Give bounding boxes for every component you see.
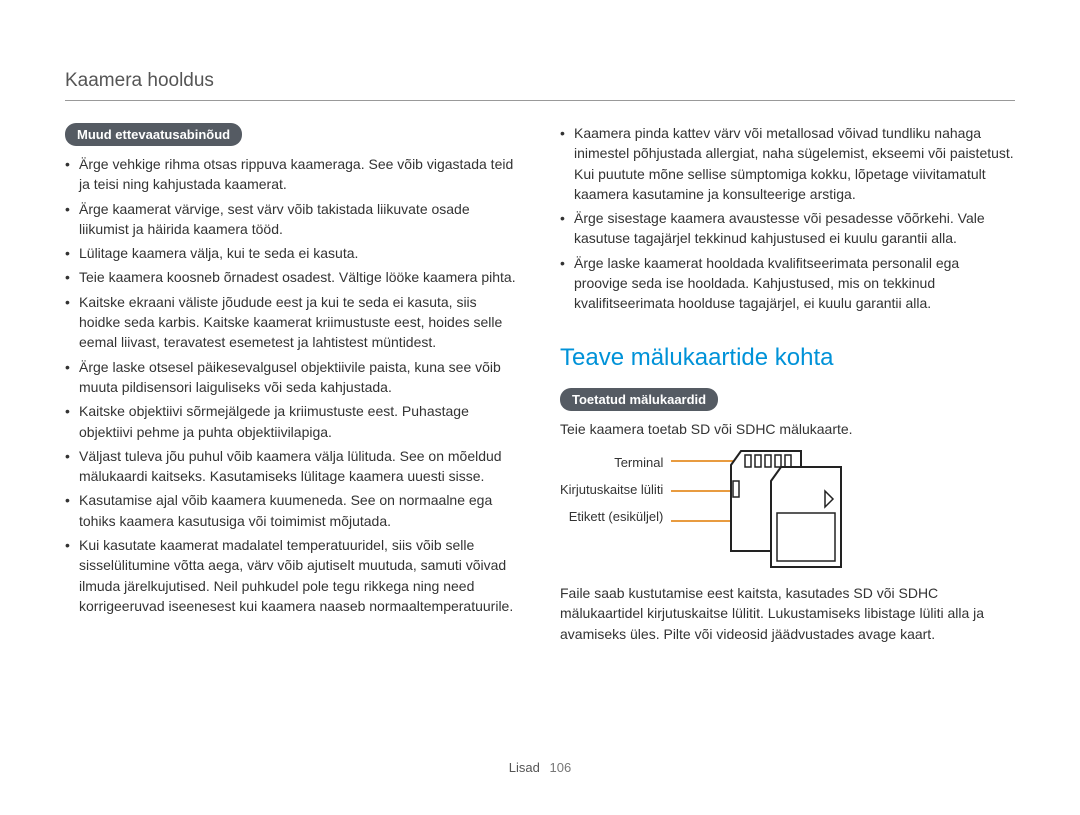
section-heading-memory-cards: Teave mälukaartide kohta — [560, 344, 1015, 372]
list-item: Väljast tuleva jõu puhul võib kaamera vä… — [65, 446, 520, 487]
list-item: Ärge laske kaamerat hooldada kvalifitsee… — [560, 253, 1015, 314]
list-item: Kaitske objektiivi sõrmejälgede ja kriim… — [65, 401, 520, 442]
list-item: Ärge sisestage kaamera avaustesse või pe… — [560, 208, 1015, 249]
sd-label-front: Etikett (esiküljel) — [560, 509, 663, 524]
list-item: Teie kaamera koosneb õrnadest osadest. V… — [65, 267, 520, 287]
right-top-list: Kaamera pinda kattev värv või metallosad… — [560, 123, 1015, 314]
list-item: Ärge kaamerat värvige, sest värv võib ta… — [65, 199, 520, 240]
list-item: Kui kasutate kaamerat madalatel temperat… — [65, 535, 520, 616]
list-item: Kaamera pinda kattev värv või metallosad… — [560, 123, 1015, 204]
list-item: Lülitage kaamera välja, kui te seda ei k… — [65, 243, 520, 263]
footer-page-number: 106 — [550, 760, 572, 775]
list-item: Kasutamise ajal võib kaamera kuumeneda. … — [65, 490, 520, 531]
footer-section: Lisad — [509, 760, 540, 775]
supported-cards-text: Teie kaamera toetab SD või SDHC mälukaar… — [560, 419, 1015, 439]
page-footer: Lisad 106 — [65, 750, 1015, 775]
content-columns: Muud ettevaatusabinõud Ärge vehkige rihm… — [65, 123, 1015, 750]
left-column: Muud ettevaatusabinõud Ärge vehkige rihm… — [65, 123, 520, 750]
list-item: Kaitske ekraani väliste jõudude eest ja … — [65, 292, 520, 353]
list-item: Ärge laske otsesel päikesevalgusel objek… — [65, 357, 520, 398]
sd-card-diagram: Terminal Kirjutuskaitse lüliti Etikett (… — [560, 449, 1015, 569]
sd-labels: Terminal Kirjutuskaitse lüliti Etikett (… — [560, 449, 663, 536]
right-column: Kaamera pinda kattev värv või metallosad… — [560, 123, 1015, 750]
page-title: Kaamera hooldus — [65, 70, 1015, 101]
list-item: Ärge vehkige rihma otsas rippuva kaamera… — [65, 154, 520, 195]
pill-supported-cards: Toetatud mälukaardid — [560, 388, 718, 411]
sd-label-terminal: Terminal — [560, 455, 663, 470]
page: Kaamera hooldus Muud ettevaatusabinõud Ä… — [0, 0, 1080, 815]
sd-card-icon — [671, 449, 851, 569]
sd-label-lock: Kirjutuskaitse lüliti — [560, 482, 663, 497]
write-protect-text: Faile saab kustutamise eest kaitsta, kas… — [560, 583, 1015, 644]
precautions-list: Ärge vehkige rihma otsas rippuva kaamera… — [65, 154, 520, 616]
pill-precautions: Muud ettevaatusabinõud — [65, 123, 242, 146]
